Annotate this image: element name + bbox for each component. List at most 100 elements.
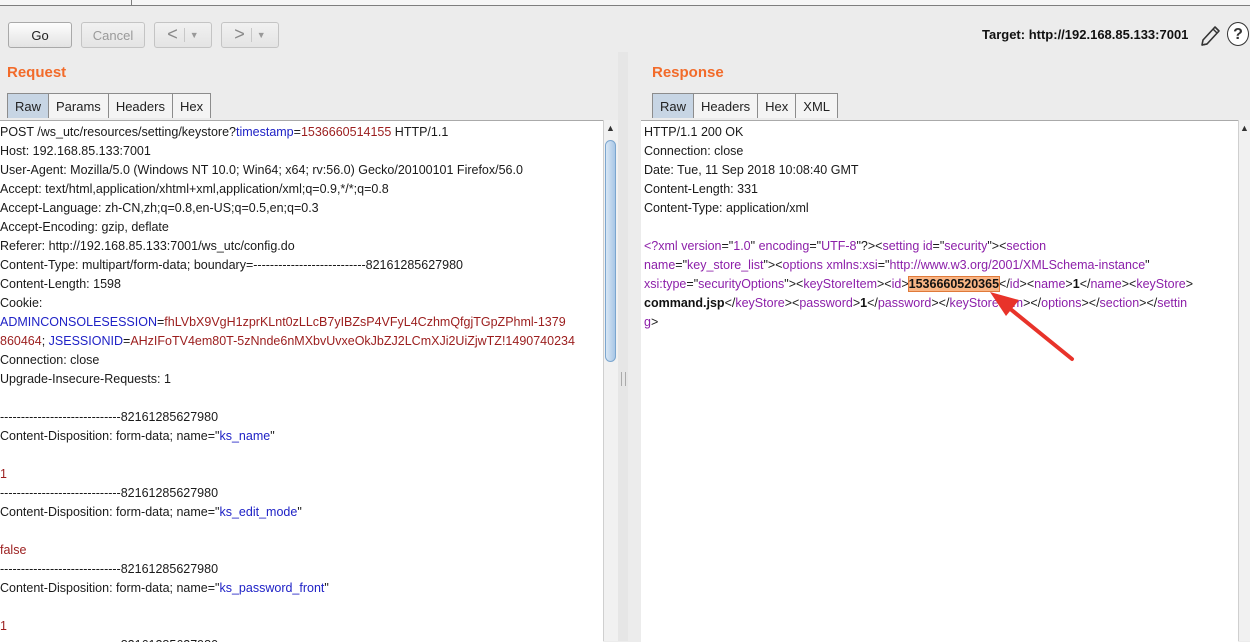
response-token: </	[999, 277, 1010, 291]
go-button[interactable]: Go	[8, 22, 72, 48]
request-line: -----------------------------82161285627…	[0, 408, 218, 427]
request-tab-raw[interactable]: Raw	[7, 93, 50, 118]
target-label: Target: http://192.168.85.133:7001	[982, 27, 1189, 42]
response-token: keyStore	[735, 296, 785, 310]
forward-dropdown-icon[interactable]: ▼	[250, 28, 266, 42]
response-token: name	[1090, 277, 1122, 291]
request-token: Cookie:	[0, 296, 43, 310]
request-scrollbar[interactable]: ▲	[603, 120, 618, 641]
help-icon[interactable]: ?	[1227, 22, 1249, 46]
request-line: Upgrade-Insecure-Requests: 1	[0, 370, 171, 389]
response-token: ></	[1023, 296, 1042, 310]
cancel-label: Cancel	[92, 27, 134, 43]
response-token: password	[877, 296, 932, 310]
back-dropdown-icon[interactable]: ▼	[183, 28, 199, 42]
cancel-button[interactable]: Cancel	[81, 22, 145, 48]
request-line: Connection: close	[0, 351, 99, 370]
request-tab-hex[interactable]: Hex	[171, 93, 212, 118]
response-token: password	[799, 296, 853, 310]
back-arrow-icon: <	[167, 23, 178, 44]
response-token: "	[1145, 258, 1150, 272]
request-line: false	[0, 541, 26, 560]
response-token: 1.0	[733, 239, 751, 253]
request-token: "	[270, 429, 275, 443]
response-token: encoding	[758, 239, 810, 253]
pencil-icon[interactable]	[1198, 23, 1222, 49]
back-button[interactable]: < ▼	[154, 22, 212, 48]
response-token: section	[1006, 239, 1047, 253]
request-line: 1	[0, 465, 7, 484]
response-token: ><	[784, 296, 800, 310]
response-token: version	[681, 239, 722, 253]
forward-button[interactable]: > ▼	[221, 22, 279, 48]
request-token: 860464	[0, 334, 42, 348]
pane-splitter[interactable]	[618, 52, 628, 641]
response-tab-hex[interactable]: Hex	[757, 93, 797, 118]
response-token: id	[922, 239, 933, 253]
response-token: id	[1009, 277, 1020, 291]
request-line: User-Agent: Mozilla/5.0 (Windows NT 10.0…	[0, 161, 523, 180]
response-token: </	[1079, 277, 1091, 291]
request-token: Accept-Language: zh-CN,zh;q=0.8,en-US;q=…	[0, 201, 319, 215]
response-tabs: Raw Headers Hex XML	[652, 93, 839, 119]
scroll-up-icon[interactable]: ▲	[1240, 123, 1249, 133]
response-token: Date: Tue, 11 Sep 2018 10:08:40 GMT	[644, 163, 859, 177]
response-token: ></	[1081, 296, 1100, 310]
request-line: -----------------------------82161285627…	[0, 560, 218, 579]
request-token: ks_password_front	[219, 581, 325, 595]
request-tab-headers[interactable]: Headers	[107, 93, 173, 118]
request-editor[interactable]: POST /ws_utc/resources/setting/keystore?…	[0, 120, 603, 642]
response-token: Content-Length: 331	[644, 182, 758, 196]
response-token: ><	[876, 277, 892, 291]
response-token: "><	[763, 258, 783, 272]
request-token: POST /ws_utc/resources/setting/keystore?	[0, 125, 236, 139]
response-scrollbar[interactable]: ▲	[1238, 120, 1250, 641]
response-token: keyStoreItem	[803, 277, 877, 291]
response-token: "?><	[856, 239, 883, 253]
go-label: Go	[31, 27, 49, 43]
response-tab-xml[interactable]: XML	[795, 93, 839, 118]
response-editor[interactable]: HTTP/1.1 200 OK Connection: close Date: Tu…	[641, 120, 1238, 642]
request-token: ADMINCONSOLESESSION	[0, 315, 157, 329]
request-line: Accept-Encoding: gzip, deflate	[0, 218, 169, 237]
response-token: setting	[882, 239, 920, 253]
response-token: id	[891, 277, 902, 291]
response-tab-raw[interactable]: Raw	[652, 93, 695, 118]
request-scroll-thumb[interactable]	[605, 140, 616, 362]
request-line: -----------------------------82161285627…	[0, 636, 218, 642]
response-line: g>	[644, 313, 658, 332]
response-token: Content-Type: application/xml	[644, 201, 809, 215]
response-token: "><	[784, 277, 804, 291]
response-line: Content-Length: 331	[644, 180, 758, 199]
scroll-up-icon[interactable]: ▲	[606, 123, 615, 133]
response-token: security	[944, 239, 988, 253]
request-line: Content-Disposition: form-data; name="ks…	[0, 579, 329, 598]
request-token: "	[324, 581, 329, 595]
response-token: >	[1185, 277, 1194, 291]
request-tab-params[interactable]: Params	[48, 93, 109, 118]
request-token: false	[0, 543, 27, 557]
response-tab-headers[interactable]: Headers	[693, 93, 759, 118]
request-line: Content-Type: multipart/form-data; bound…	[0, 256, 463, 275]
request-token: Host: 192.168.85.133:7001	[0, 144, 151, 158]
request-token: JSESSIONID	[48, 334, 123, 348]
response-token: ="	[932, 239, 945, 253]
request-line: Accept: text/html,application/xhtml+xml,…	[0, 180, 389, 199]
response-token: UTF-8	[821, 239, 857, 253]
request-token: 1	[0, 467, 7, 481]
response-line: name="key_store_list"><options xmlns:xsi…	[644, 256, 1150, 275]
request-line: -----------------------------82161285627…	[0, 484, 218, 503]
request-token: timestamp	[235, 125, 294, 139]
request-line: Referer: http://192.168.85.133:7001/ws_u…	[0, 237, 295, 256]
response-token: ="	[675, 258, 688, 272]
response-token: ="	[809, 239, 822, 253]
request-token: ks_name	[219, 429, 271, 443]
request-token: Content-Length: 1598	[0, 277, 121, 291]
request-token: Content-Disposition: form-data; name="	[0, 429, 220, 443]
response-token: name	[1034, 277, 1066, 291]
request-token: HTTP/1.1	[391, 125, 449, 139]
response-token: options	[782, 258, 823, 272]
response-token: ></	[931, 296, 950, 310]
response-token: ="	[686, 277, 699, 291]
request-line: 860464; JSESSIONID=AHzIFoTV4em80T-5zNnde…	[0, 332, 575, 351]
